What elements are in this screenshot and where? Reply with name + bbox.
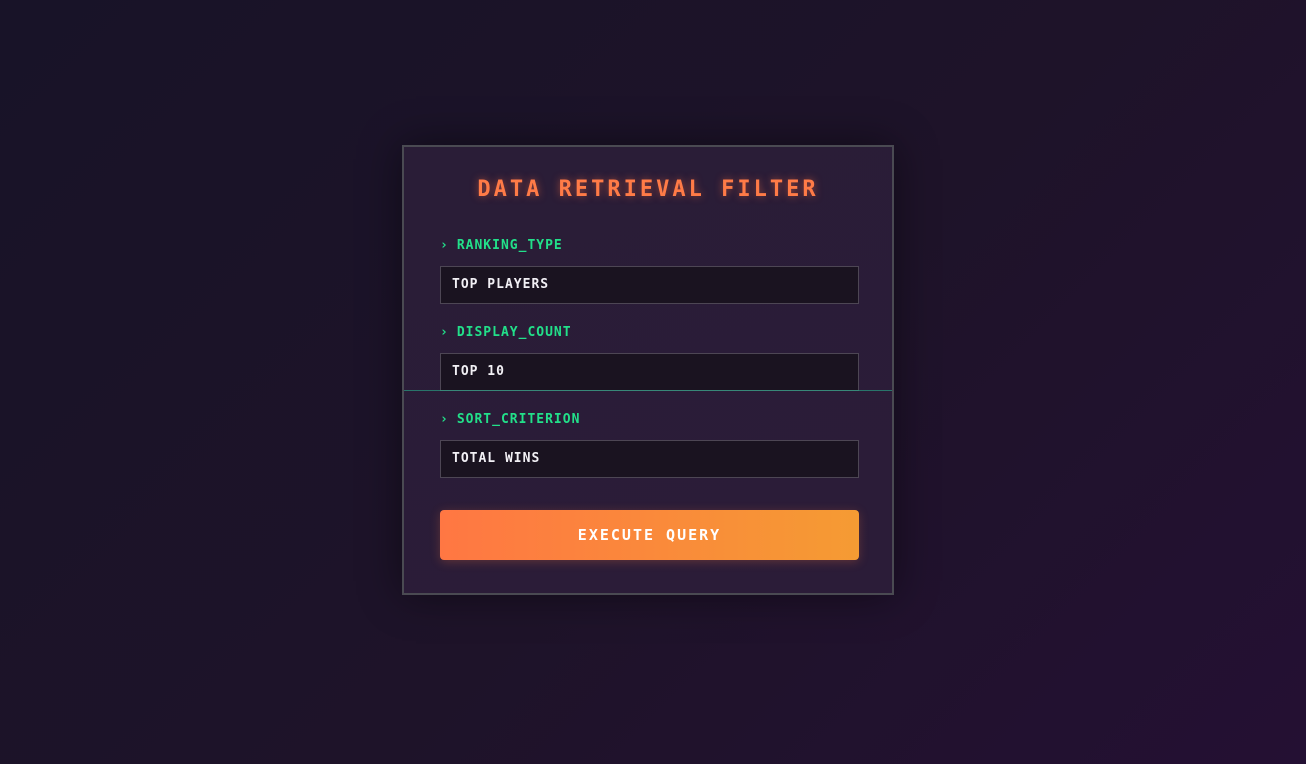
ranking-type-label-text: RANKING_TYPE [456,238,563,253]
chevron-right-icon: › [440,325,449,340]
panel-title: DATA RETRIEVAL FILTER [477,177,819,202]
display-count-label-text: DISPLAY_COUNT [456,325,572,340]
chevron-right-icon: › [440,412,449,427]
scanline-divider [404,390,892,391]
ranking-type-select[interactable]: TOP PLAYERS [440,266,859,304]
filter-panel: DATA RETRIEVAL FILTER › RANKING_TYPE TOP … [402,145,894,595]
display-count-select[interactable]: TOP 10 [440,353,859,391]
display-count-label: › DISPLAY_COUNT [440,325,572,340]
sort-criterion-label: › SORT_CRITERION [440,412,580,427]
execute-query-button[interactable]: EXECUTE QUERY [440,510,859,560]
ranking-type-label: › RANKING_TYPE [440,238,563,253]
chevron-right-icon: › [440,238,449,253]
sort-criterion-select[interactable]: TOTAL WINS [440,440,859,478]
sort-criterion-label-text: SORT_CRITERION [456,412,581,427]
